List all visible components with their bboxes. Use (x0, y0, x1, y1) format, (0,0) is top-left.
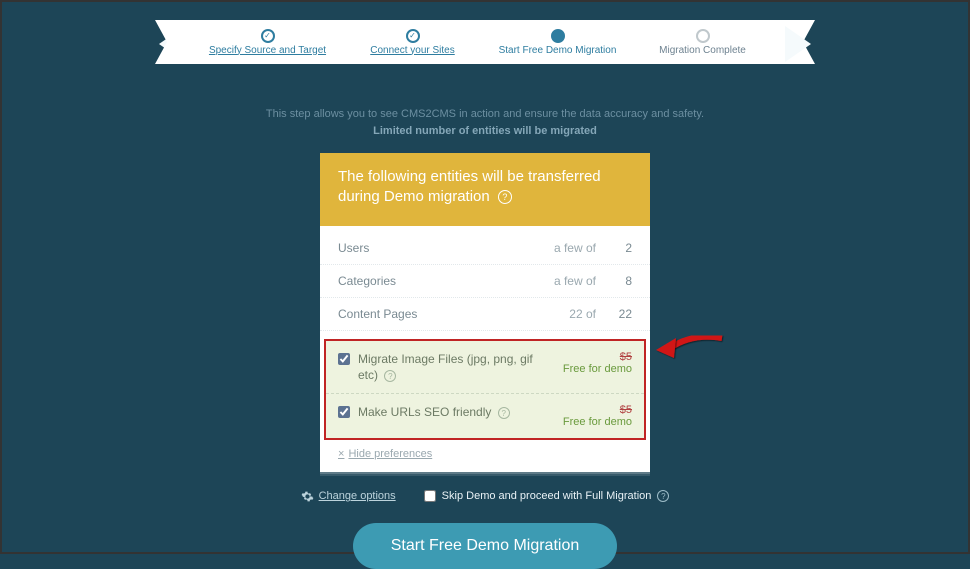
table-row: Content Pages 22 of 22 (320, 298, 650, 331)
step-label: Specify Source and Target (209, 45, 326, 56)
entity-name: Categories (338, 274, 554, 288)
option-label: Migrate Image Files (jpg, png, gif etc) … (358, 351, 555, 383)
ribbon-tail-left (155, 20, 185, 64)
price-free: Free for demo (563, 363, 632, 375)
option-checkbox[interactable] (338, 406, 350, 418)
table-row: Categories a few of 8 (320, 265, 650, 298)
dot-icon (551, 29, 565, 43)
step-demo-migration[interactable]: Start Free Demo Migration (485, 29, 630, 56)
gear-icon (301, 490, 314, 503)
step-label: Migration Complete (659, 45, 746, 56)
help-icon[interactable]: ? (657, 490, 669, 502)
help-icon[interactable]: ? (384, 370, 396, 382)
intro-line2: Limited number of entities will be migra… (2, 123, 968, 140)
ribbon-tail-right (785, 20, 815, 64)
skip-label: Skip Demo and proceed with Full Migratio… (442, 490, 652, 502)
skip-checkbox[interactable] (424, 490, 436, 502)
step-connect-sites[interactable]: Connect your Sites (340, 29, 485, 56)
price-strike: $5 (563, 351, 632, 363)
skip-demo-checkbox[interactable]: Skip Demo and proceed with Full Migratio… (424, 490, 670, 502)
price-area: $5 Free for demo (563, 351, 632, 375)
option-checkbox[interactable] (338, 353, 350, 365)
option-label: Make URLs SEO friendly ? (358, 404, 555, 420)
table-row: Users a few of 2 (320, 232, 650, 265)
step-label: Connect your Sites (370, 45, 455, 56)
option-seo-urls[interactable]: Make URLs SEO friendly ? $5 Free for dem… (326, 394, 644, 438)
entity-mid: a few of (554, 241, 596, 255)
entity-count: 8 (610, 274, 632, 288)
change-options-link[interactable]: Change options (301, 490, 396, 503)
intro-text: This step allows you to see CMS2CMS in a… (2, 106, 968, 139)
step-label: Start Free Demo Migration (499, 45, 617, 56)
step-migration-complete: Migration Complete (630, 29, 775, 56)
entity-count: 22 (610, 307, 632, 321)
entities-card: The following entities will be transferr… (320, 153, 650, 472)
demo-options-highlight: Migrate Image Files (jpg, png, gif etc) … (324, 339, 646, 440)
price-strike: $5 (563, 404, 632, 416)
help-icon[interactable]: ? (498, 190, 512, 204)
card-title: The following entities will be transferr… (338, 168, 601, 205)
dot-icon (696, 29, 710, 43)
close-icon: × (338, 448, 344, 460)
check-icon (261, 29, 275, 43)
help-icon[interactable]: ? (498, 407, 510, 419)
check-icon (406, 29, 420, 43)
entity-mid: a few of (554, 274, 596, 288)
option-migrate-images[interactable]: Migrate Image Files (jpg, png, gif etc) … (326, 341, 644, 394)
start-demo-migration-button[interactable]: Start Free Demo Migration (353, 523, 618, 569)
entity-name: Content Pages (338, 307, 569, 321)
entity-mid: 22 of (569, 307, 596, 321)
step-source-target[interactable]: Specify Source and Target (195, 29, 340, 56)
entity-rows: Users a few of 2 Categories a few of 8 C… (320, 226, 650, 331)
price-free: Free for demo (563, 416, 632, 428)
below-card-row: Change options Skip Demo and proceed wit… (165, 490, 805, 503)
intro-line1: This step allows you to see CMS2CMS in a… (2, 106, 968, 123)
hide-preferences-link[interactable]: ×Hide preferences (320, 440, 650, 472)
entity-count: 2 (610, 241, 632, 255)
card-header: The following entities will be transferr… (320, 153, 650, 226)
price-area: $5 Free for demo (563, 404, 632, 428)
entity-name: Users (338, 241, 554, 255)
annotation-arrow-icon (652, 328, 732, 368)
progress-ribbon: Specify Source and Target Connect your S… (185, 20, 785, 64)
